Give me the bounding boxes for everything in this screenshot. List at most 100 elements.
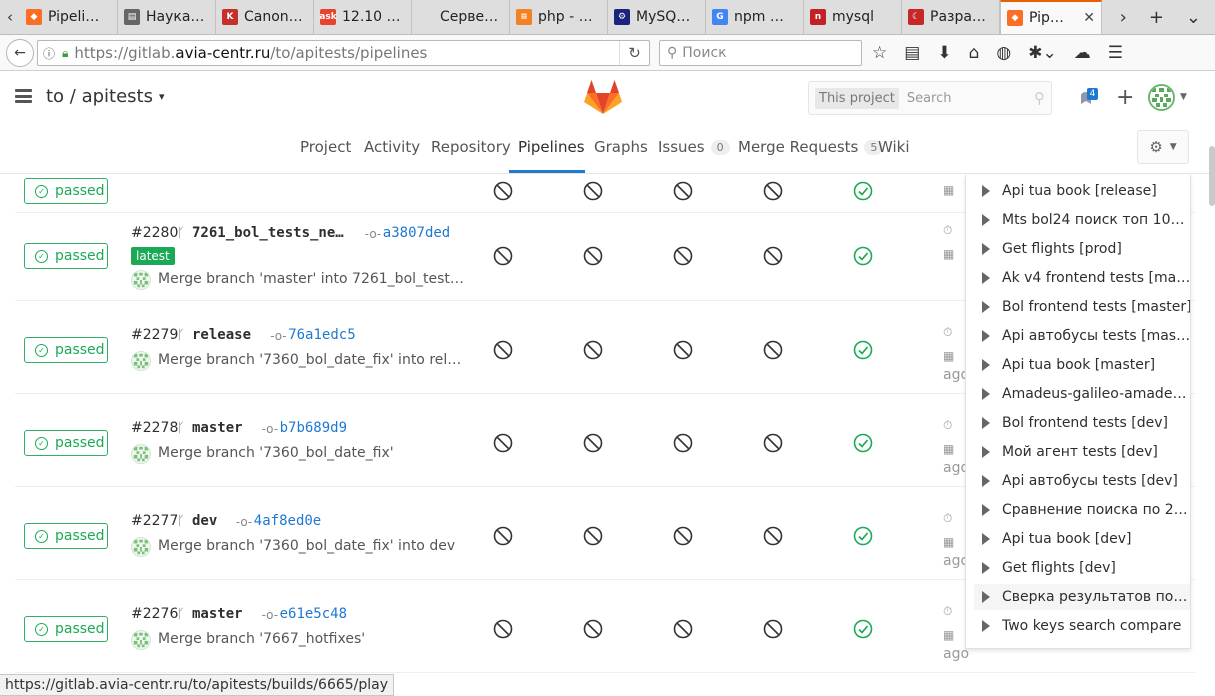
browser-tab[interactable]: Сервер б… [412,0,510,34]
nav-repository[interactable]: Repository [431,138,511,156]
stage-success-icon[interactable] [853,619,873,639]
project-search-input[interactable]: This project Search ⚲ [808,81,1052,115]
commit-author-avatar[interactable] [131,630,151,650]
menu-icon[interactable]: ☰ [1108,43,1123,63]
stage-skipped-icon[interactable] [763,181,783,201]
branch-link[interactable]: 7261_bol_tests_ne… [192,225,344,241]
commit-sha-link[interactable]: 4af8ed0e [254,513,321,529]
extension-bug-icon[interactable]: ✱⌄ [1028,43,1057,63]
commit-message-link[interactable]: Merge branch '7360_bol_date_fix' [158,445,394,461]
stage-success-icon[interactable] [853,181,873,201]
browser-tab[interactable]: K Canon… [216,0,314,34]
commit-message-link[interactable]: Merge branch '7667_hotfixes' [158,631,365,647]
stage-skipped-icon[interactable] [583,181,603,201]
stage-skipped-icon[interactable] [493,619,513,639]
back-icon[interactable]: ← [6,39,34,67]
stage-skipped-icon[interactable] [583,433,603,453]
manual-action-item[interactable]: Api автобусы tests [master] [974,323,1190,349]
downloads-icon[interactable]: ⬇ [937,43,951,63]
branch-link[interactable]: release [192,327,251,343]
stage-skipped-icon[interactable] [673,526,693,546]
project-title[interactable]: to / apitests ▾ [46,86,165,107]
browser-tab-active[interactable]: ◆ Pip… ✕ [1000,0,1102,34]
status-badge[interactable]: ✓ passed [24,243,108,269]
manual-action-item[interactable]: Api автобусы tests [dev] [974,468,1190,494]
stage-skipped-icon[interactable] [493,181,513,201]
tab-list-chevron-icon[interactable]: ⌄ [1186,7,1201,28]
extension-cloud-icon[interactable]: ☁ [1074,43,1091,63]
commit-sha-link[interactable]: 76a1edc5 [288,327,355,343]
manual-action-item[interactable]: Api tua book [release] [974,178,1190,204]
stage-skipped-icon[interactable] [673,246,693,266]
stage-skipped-icon[interactable] [583,246,603,266]
stage-skipped-icon[interactable] [583,619,603,639]
bookmark-star-icon[interactable]: ☆ [872,43,887,63]
branch-link[interactable]: dev [192,513,217,529]
stage-skipped-icon[interactable] [763,433,783,453]
reload-icon[interactable]: ↻ [619,41,649,65]
stage-success-icon[interactable] [853,433,873,453]
nav-wiki[interactable]: Wiki [878,138,910,156]
manual-action-item[interactable]: Ak v4 frontend tests [master] [974,265,1190,291]
home-icon[interactable]: ⌂ [969,43,980,63]
info-icon[interactable]: ⓘ [43,45,59,62]
stage-skipped-icon[interactable] [673,181,693,201]
stage-skipped-icon[interactable] [763,619,783,639]
manual-action-item[interactable]: Two keys search compare [974,613,1190,639]
nav-pipelines[interactable]: Pipelines [518,138,585,156]
status-badge[interactable]: ✓ passed [24,616,108,642]
manual-action-item[interactable]: Api tua book [dev] [974,526,1190,552]
nav-activity[interactable]: Activity [364,138,420,156]
pipeline-id-link[interactable]: #2278 [131,420,178,436]
manual-action-item[interactable]: Bol frontend tests [dev] [974,410,1190,436]
stage-skipped-icon[interactable] [493,526,513,546]
manual-action-item[interactable]: Api tua book [master] [974,352,1190,378]
branch-link[interactable]: master [192,606,243,622]
stage-skipped-icon[interactable] [493,340,513,360]
status-badge[interactable]: ✓ passed [24,430,108,456]
browser-tab[interactable]: ◆ Pipeli… [20,0,118,34]
browser-tab[interactable]: ≡ php - … [510,0,608,34]
commit-message-link[interactable]: Merge branch '7360_bol_date_fix' into de… [158,538,455,554]
nav-merge-requests[interactable]: Merge Requests 5 [738,138,884,156]
nav-graphs[interactable]: Graphs [594,138,648,156]
settings-dropdown-button[interactable]: ⚙ ▼ [1137,130,1189,164]
browser-tab[interactable]: Gnpm … [706,0,804,34]
tab-close-icon[interactable]: ✕ [1083,10,1095,26]
url-bar[interactable]: ⓘ 🔒︎ https://gitlab. avia-centr.ru/to/api… [37,40,650,66]
tab-scroll-left-icon[interactable]: ‹ [0,0,20,34]
browser-search-input[interactable]: ⚲ Поиск [659,40,862,66]
commit-message-link[interactable]: Merge branch '7360_bol_date_fix' into re… [158,352,461,368]
pipeline-id-link[interactable]: #2276 [131,606,178,622]
pipeline-id-link[interactable]: #2280 [131,225,178,241]
browser-tab[interactable]: ☾ Разра… [902,0,1000,34]
browser-tab[interactable]: ask 12.10 -… [314,0,412,34]
stage-skipped-icon[interactable] [763,526,783,546]
pipeline-id-link[interactable]: #2277 [131,513,178,529]
commit-author-avatar[interactable] [131,351,151,371]
manual-action-item[interactable]: Amadeus-galileo-amadeus[… [974,381,1190,407]
todos-icon[interactable]: 4 [1078,88,1098,106]
stage-skipped-icon[interactable] [583,340,603,360]
user-avatar[interactable] [1148,84,1175,111]
sidebar-toggle-icon[interactable] [15,89,32,103]
commit-author-avatar[interactable] [131,270,151,290]
chevron-down-icon[interactable]: ▼ [1180,92,1187,102]
stage-skipped-icon[interactable] [763,246,783,266]
extension-globe-icon[interactable]: ◍ [996,43,1011,63]
manual-action-item[interactable]: Get flights [dev] [974,555,1190,581]
status-badge[interactable]: ✓ passed [24,523,108,549]
stage-skipped-icon[interactable] [763,340,783,360]
stage-skipped-icon[interactable] [493,246,513,266]
manual-action-item[interactable]: Get flights [prod] [974,236,1190,262]
browser-tab[interactable]: ⚙ MySQ… [608,0,706,34]
new-tab-icon[interactable]: + [1149,7,1164,28]
status-badge[interactable]: ✓ passed [24,337,108,363]
tab-scroll-right-icon[interactable]: › [1120,7,1127,28]
commit-author-avatar[interactable] [131,444,151,464]
manual-action-item[interactable]: Bol frontend tests [master] [974,294,1190,320]
browser-tab[interactable]: ▤ Наука… [118,0,216,34]
branch-link[interactable]: master [192,420,243,436]
stage-skipped-icon[interactable] [493,433,513,453]
manual-action-item[interactable]: Сравнение поиска по 2 кл… [974,497,1190,523]
